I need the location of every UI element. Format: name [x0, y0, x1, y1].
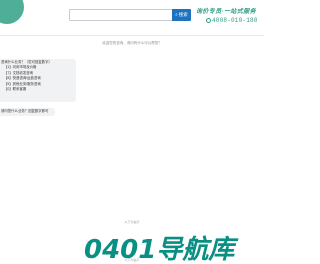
chat-notice: 欢迎您的咨询，请问有什么可以帮您？	[102, 41, 162, 45]
search-input[interactable]	[70, 10, 173, 20]
slogan: 询价专员·一站式服务	[196, 9, 256, 15]
search-box: ⌕搜索	[69, 9, 191, 21]
search-button-label: 搜索	[178, 12, 188, 17]
footer-note: 以下为提示	[124, 220, 140, 224]
phone-number: 4008-010-180	[206, 17, 258, 24]
bottom-caption: 以下为提示	[124, 258, 140, 262]
phone-text: 4008-010-180	[212, 17, 258, 24]
header: ⌕搜索 询价专员·一站式服务 4008-010-180	[0, 0, 264, 36]
search-icon: ⌕	[175, 12, 178, 17]
chat-prompt-bubble: 请问您什么业务？回复数字即可	[0, 108, 55, 116]
chat-menu-bubble: 咨询什么业务？（您可回复数字） 【1】问询市场及价格 【7】文档收发咨询 【8】…	[0, 59, 76, 102]
logo	[0, 0, 24, 24]
search-button[interactable]: ⌕搜索	[172, 9, 191, 21]
prompt-text: 请问您什么业务？回复数字即可	[1, 109, 49, 113]
phone-icon	[206, 17, 211, 23]
menu-option[interactable]: 【0】联系客服	[1, 87, 73, 92]
